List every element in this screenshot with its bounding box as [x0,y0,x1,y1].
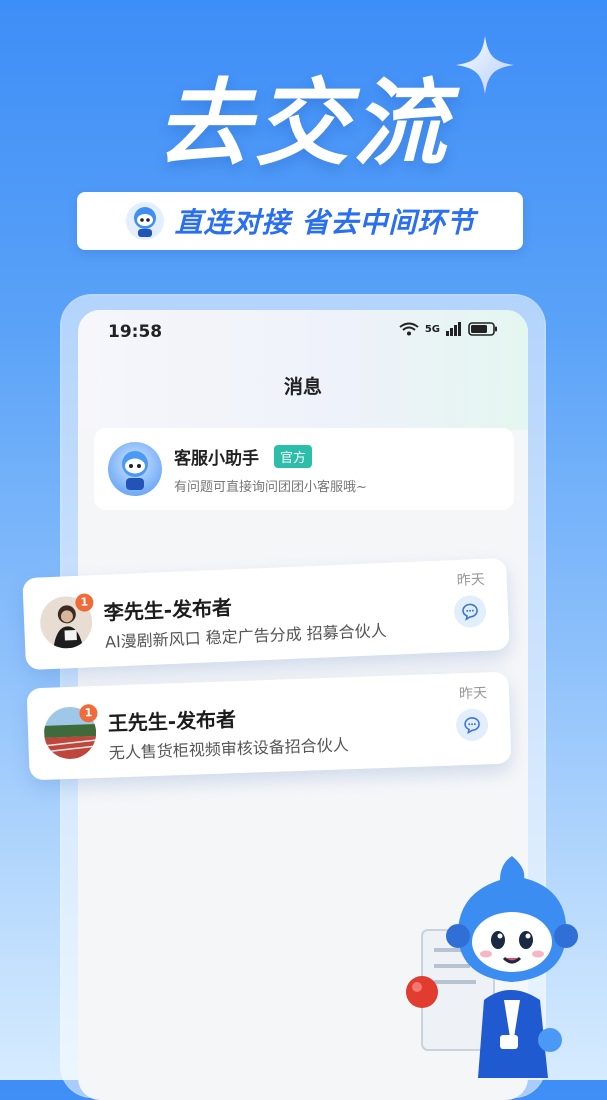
chat-name: 李先生-发布者 [103,595,233,625]
assistant-name: 客服小助手 [174,449,259,469]
chat-name: 王先生-发布者 [107,707,237,736]
mascot-avatar-icon [122,451,148,490]
chat-item[interactable]: 1 王先生-发布者 无人售货柜视频审核设备招合伙人 昨天 [26,671,512,781]
chat-bubble-icon[interactable] [453,594,487,629]
chat-bubble-icon[interactable] [455,708,489,742]
slogan-text: 直连对接 省去中间环节 [174,206,476,239]
page-title: 消息 [283,376,322,398]
chat-time: 昨天 [458,685,488,703]
network-label: 5G [424,323,440,335]
chat-time: 昨天 [456,571,486,589]
signal-icon [446,322,461,336]
status-time: 19:58 [108,322,163,342]
assistant-avatar [108,442,162,496]
unread-badge: 1 [74,593,94,612]
slogan-banner: 直连对接 省去中间环节 [77,192,523,250]
unread-badge: 1 [79,703,98,723]
assistant-description: 有问题可直接询问团团小客服哦~ [174,480,367,495]
official-badge: 官方 [274,445,313,468]
status-icons: 5G [399,322,498,336]
assistant-conversation[interactable]: 客服小助手 官方 有问题可直接询问团团小客服哦~ [94,428,514,510]
battery-icon [468,322,497,336]
mascot-illustration [406,856,578,1078]
wifi-icon [399,322,419,336]
sparkle-icon [456,36,514,94]
chat-preview: 无人售货柜视频审核设备招合伙人 [108,735,350,763]
mascot-mini-icon [125,202,164,240]
